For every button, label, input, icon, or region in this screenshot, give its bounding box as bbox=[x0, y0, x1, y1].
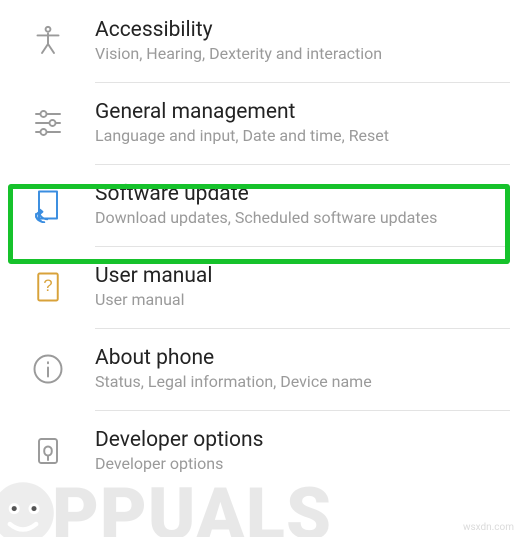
item-subtitle: Status, Legal information, Device name bbox=[95, 372, 520, 393]
item-title: User manual bbox=[95, 263, 520, 289]
item-subtitle: User manual bbox=[95, 290, 520, 311]
developer-options-icon bbox=[22, 433, 95, 469]
settings-list: Accessibility Vision, Hearing, Dexterity… bbox=[0, 0, 520, 492]
settings-item-software-update[interactable]: Software update Download updates, Schedu… bbox=[0, 164, 520, 246]
item-title: General management bbox=[95, 99, 520, 125]
settings-item-user-manual[interactable]: ? User manual User manual bbox=[0, 246, 520, 328]
item-subtitle: Download updates, Scheduled software upd… bbox=[95, 208, 520, 229]
item-subtitle: Vision, Hearing, Dexterity and interacti… bbox=[95, 44, 520, 65]
item-subtitle: Developer options bbox=[95, 454, 520, 475]
item-subtitle: Language and input, Date and time, Reset bbox=[95, 126, 520, 147]
settings-item-developer-options[interactable]: Developer options Developer options bbox=[0, 410, 520, 492]
settings-item-about-phone[interactable]: About phone Status, Legal information, D… bbox=[0, 328, 520, 410]
corner-credit: wsxdn.com bbox=[463, 522, 514, 533]
settings-item-accessibility[interactable]: Accessibility Vision, Hearing, Dexterity… bbox=[0, 0, 520, 82]
general-management-icon bbox=[22, 105, 95, 141]
settings-item-general-management[interactable]: General management Language and input, D… bbox=[0, 82, 520, 164]
item-title: Developer options bbox=[95, 427, 520, 453]
item-title: About phone bbox=[95, 345, 520, 371]
about-phone-icon bbox=[22, 351, 95, 387]
svg-text:?: ? bbox=[43, 277, 52, 295]
software-update-icon bbox=[22, 187, 95, 223]
item-title: Accessibility bbox=[95, 17, 520, 43]
accessibility-icon bbox=[22, 23, 95, 59]
item-title: Software update bbox=[95, 181, 520, 207]
user-manual-icon: ? bbox=[22, 269, 95, 305]
